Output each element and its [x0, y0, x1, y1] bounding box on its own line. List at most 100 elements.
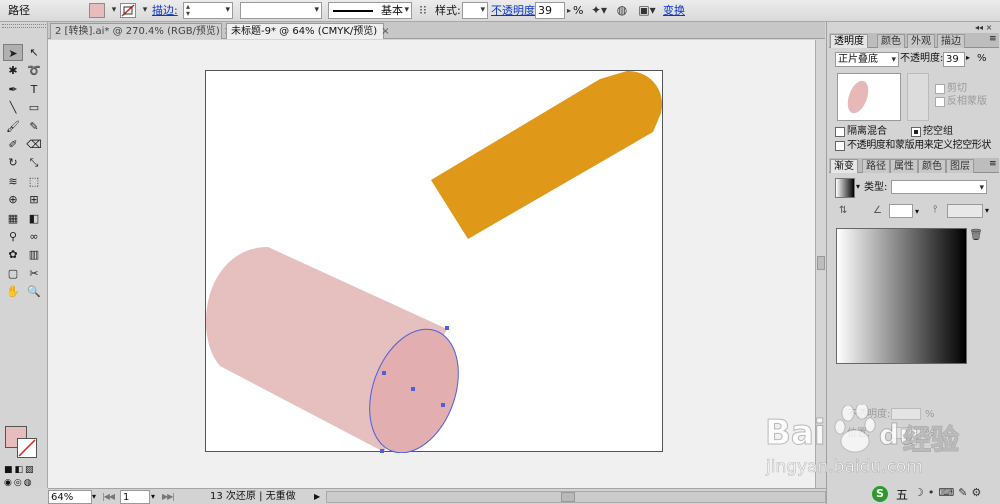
collapse-icon[interactable]: ◂◂ × — [975, 23, 992, 32]
gradient-preview[interactable] — [836, 228, 967, 364]
next-last-artboard-icon[interactable]: ▶▶| — [162, 490, 184, 504]
ime-logo-icon[interactable]: S — [872, 486, 888, 502]
stop-opacity-field[interactable] — [891, 408, 921, 420]
tool-eyedropper-icon[interactable]: ⚲ — [3, 228, 23, 245]
appearance-icon[interactable]: ◍ — [614, 2, 630, 19]
tool-zoom-icon[interactable]: 🔍 — [24, 283, 44, 300]
object-thumbnail[interactable] — [837, 73, 901, 121]
tab-appearance[interactable]: 外观 — [907, 34, 935, 48]
angle-dropdown-icon[interactable]: ▾ — [915, 207, 919, 216]
tab-gradient[interactable]: 渐变 — [830, 159, 858, 173]
stroke-color-box[interactable] — [17, 438, 37, 458]
gradient-type-select[interactable] — [891, 180, 987, 196]
scroll-thumb[interactable] — [817, 256, 825, 270]
tab-stroke[interactable]: 描边 — [937, 34, 965, 48]
tool-magic-wand-icon[interactable]: ✱ — [3, 62, 23, 79]
panel-menu-icon[interactable]: ≡ — [989, 34, 997, 44]
gradient-swatch-dropdown-icon[interactable]: ▾ — [856, 182, 860, 191]
vertical-scrollbar[interactable] — [815, 40, 826, 488]
opacity-mask-checkbox[interactable] — [835, 141, 845, 151]
fill-swatch[interactable] — [89, 3, 105, 18]
close-icon[interactable]: × — [381, 26, 389, 37]
invert-mask-checkbox[interactable] — [935, 97, 945, 107]
tool-symbol-sprayer-icon[interactable]: ✿ — [3, 246, 23, 263]
stroke-swatch[interactable] — [120, 3, 136, 18]
clip-checkbox[interactable] — [935, 84, 945, 94]
panel-menu-icon[interactable]: ≡ — [989, 159, 997, 169]
stop-location-field[interactable] — [891, 427, 921, 439]
panel-opacity-field[interactable]: 39 — [943, 52, 965, 67]
zoom-dropdown-icon[interactable]: ▾ — [92, 490, 100, 504]
color-mode-icons[interactable]: ■◧▨ — [4, 465, 44, 477]
tool-paintbrush-icon[interactable]: 🖌 — [3, 118, 23, 135]
reverse-gradient-icon[interactable]: ⇅ — [839, 205, 847, 216]
tab-color-2[interactable]: 颜色 — [918, 159, 946, 173]
stroke-weight-field[interactable]: ▴ ▾ — [183, 2, 233, 19]
tab-document-2[interactable]: 未标题-9* @ 64% (CMYK/预览) × — [226, 23, 390, 39]
brush-options-icon[interactable]: ⁝⁝ — [415, 2, 431, 19]
tool-pencil-icon[interactable]: ✎ — [24, 118, 44, 135]
recolor-artwork-icon[interactable]: ✦▾ — [588, 2, 610, 19]
tool-direct-selection-icon[interactable]: ↖ — [24, 44, 44, 61]
artboard[interactable] — [205, 70, 663, 453]
ime-tool-icons[interactable]: ☽•⌨✎⚙ — [914, 486, 985, 499]
align-icon[interactable]: ▣▾ — [636, 2, 658, 19]
tab-color[interactable]: 颜色 — [877, 34, 905, 48]
tool-gradient-icon[interactable]: ◧ — [24, 210, 44, 227]
tool-rectangle-icon[interactable]: ▭ — [24, 99, 44, 116]
status-menu-icon[interactable]: ▶ — [314, 490, 322, 504]
isolate-blending-checkbox[interactable] — [835, 127, 845, 137]
tool-lasso-icon[interactable]: ➰ — [24, 62, 44, 79]
tool-hand-icon[interactable]: ✋ — [3, 283, 23, 300]
tool-type-icon[interactable]: T — [24, 81, 44, 98]
graphic-style-picker[interactable] — [462, 2, 488, 19]
tool-shape-builder-icon[interactable]: ⊕ — [3, 191, 23, 208]
opacity-dropdown-icon[interactable]: ▸ — [565, 2, 573, 19]
horizontal-scrollbar[interactable] — [326, 491, 826, 503]
mask-thumbnail[interactable] — [907, 73, 929, 121]
tool-perspective-icon[interactable]: ⊞ — [24, 191, 44, 208]
tool-graph-icon[interactable]: ▥ — [24, 246, 44, 263]
tab-layers[interactable]: 图层 — [946, 159, 974, 173]
transform-link[interactable]: 变换 — [663, 2, 685, 19]
orange-bar-shape[interactable] — [431, 71, 663, 239]
tab-path[interactable]: 路径 — [862, 159, 890, 173]
canvas-area[interactable] — [48, 40, 815, 488]
stroke-dropdown-icon[interactable]: ▾ — [137, 2, 153, 19]
tab-attributes[interactable]: 属性 — [890, 159, 918, 173]
aspect-dropdown-icon[interactable]: ▾ — [985, 206, 989, 215]
blend-mode-select[interactable]: 正片叠底 — [835, 52, 899, 68]
draw-mode-icons[interactable]: ◉◎◍ — [4, 478, 44, 488]
knockout-group-checkbox[interactable] — [911, 127, 921, 137]
ime-mode[interactable]: 五 — [896, 486, 908, 503]
tool-selection-icon[interactable]: ➤ — [3, 44, 23, 61]
artboard-dropdown-icon[interactable]: ▾ — [151, 490, 159, 504]
angle-field[interactable] — [889, 204, 913, 218]
opacity-slider-icon[interactable]: ▸ — [966, 53, 970, 62]
tool-rotate-icon[interactable]: ↻ — [3, 154, 23, 171]
tool-eraser-icon[interactable]: ⌫ — [24, 136, 44, 153]
tool-blend-icon[interactable]: ∞ — [24, 228, 44, 245]
aspect-field[interactable] — [947, 204, 983, 218]
stroke-link[interactable]: 描边: — [152, 2, 178, 19]
opacity-link[interactable]: 不透明度 — [491, 2, 535, 19]
opacity-field[interactable]: 39 — [535, 2, 565, 19]
artboard-number-field[interactable]: 1 — [120, 490, 150, 504]
tool-warp-icon[interactable]: ≋ — [3, 173, 23, 190]
brush-definition[interactable]: 基本 — [328, 2, 412, 19]
tool-blob-brush-icon[interactable]: ✐ — [3, 136, 23, 153]
hscroll-thumb[interactable] — [561, 492, 575, 502]
panel-grip[interactable] — [2, 24, 46, 28]
tool-slice-icon[interactable]: ✂ — [24, 265, 44, 282]
tool-pen-icon[interactable]: ✒ — [3, 81, 23, 98]
tab-transparency[interactable]: 透明度 — [830, 34, 868, 48]
zoom-field[interactable]: 64% — [48, 490, 92, 504]
variable-width-profile[interactable] — [240, 2, 322, 19]
tool-line-icon[interactable]: ╲ — [3, 99, 23, 116]
delete-stop-icon[interactable]: 🗑 — [969, 228, 983, 241]
gradient-swatch[interactable] — [835, 178, 855, 198]
tool-artboard-icon[interactable]: ▢ — [3, 265, 23, 282]
tool-free-transform-icon[interactable]: ⬚ — [24, 173, 44, 190]
tool-scale-icon[interactable]: ⤡ — [24, 154, 44, 171]
tab-document-1[interactable]: 2 [转换].ai* @ 270.4% (RGB/预览)× — [50, 23, 232, 39]
